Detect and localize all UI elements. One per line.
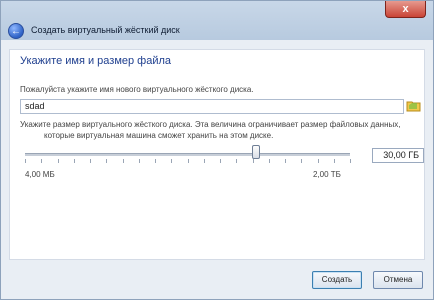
slider-tick: [334, 159, 335, 163]
slider-tick: [171, 159, 172, 163]
size-max-label: 2,00 ТБ: [313, 170, 341, 179]
dialog-window: ← Создать виртуальный жёсткий диск x Ука…: [0, 0, 434, 300]
slider-tick: [350, 159, 351, 163]
disk-name-input[interactable]: sdad: [20, 99, 404, 114]
size-hint-line-1: Укажите размер виртуального жёсткого дис…: [20, 120, 401, 129]
folder-icon[interactable]: [406, 98, 421, 113]
slider-tick: [220, 159, 221, 163]
slider-tick: [139, 159, 140, 163]
slider-tick: [74, 159, 75, 163]
slider-tick: [204, 159, 205, 163]
cancel-button[interactable]: Отмена: [373, 271, 423, 289]
page-heading: Укажите имя и размер файла: [20, 55, 172, 67]
size-min-label: 4,00 МБ: [25, 170, 55, 179]
slider-tick: [236, 159, 237, 163]
slider-tick: [41, 159, 42, 163]
back-arrow-icon: ←: [11, 25, 21, 37]
footer: [1, 261, 433, 299]
size-value-field[interactable]: 30,00 ГБ: [372, 148, 424, 163]
slider-tick: [106, 159, 107, 163]
slider-tick: [301, 159, 302, 163]
slider-tick: [285, 159, 286, 163]
back-button[interactable]: ←: [8, 23, 24, 39]
slider-tick: [25, 159, 26, 163]
slider-tick: [269, 159, 270, 163]
slider-tick: [90, 159, 91, 163]
name-hint: Пожалуйста укажите имя нового виртуально…: [20, 85, 254, 94]
slider-tick: [58, 159, 59, 163]
create-button[interactable]: Создать: [312, 271, 362, 289]
size-hint-line-2: которые виртуальная машина сможет хранит…: [44, 131, 274, 140]
slider-tick: [253, 159, 254, 163]
window-title: Создать виртуальный жёсткий диск: [31, 25, 180, 35]
slider-tick: [318, 159, 319, 163]
close-button[interactable]: x: [385, 1, 426, 18]
slider-tick: [123, 159, 124, 163]
size-slider-thumb[interactable]: [251, 145, 260, 159]
size-slider-track[interactable]: [25, 153, 350, 156]
slider-tick: [188, 159, 189, 163]
size-hint: Укажите размер виртуального жёсткого дис…: [20, 119, 420, 141]
slider-tick: [155, 159, 156, 163]
